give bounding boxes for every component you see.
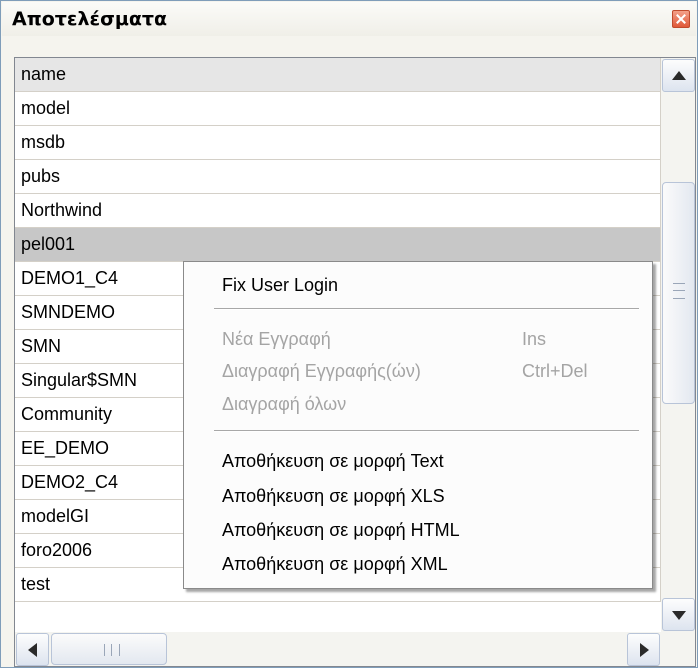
menu-item-new-record[interactable]: Νέα Εγγραφή Ins <box>184 324 652 354</box>
scroll-up-icon <box>672 71 686 80</box>
results-window: Αποτελέσματα name model msdb pubs Northw… <box>0 0 698 668</box>
horizontal-scrollbar[interactable] <box>15 632 661 666</box>
menu-item-shortcut: Ctrl+Del <box>522 361 588 381</box>
menu-item-save-html[interactable]: Αποθήκευση σε μορφή HTML <box>184 515 652 545</box>
menu-item-save-xls[interactable]: Αποθήκευση σε μορφή XLS <box>184 481 652 511</box>
menu-item-label: Αποθήκευση σε μορφή HTML <box>222 520 460 540</box>
grip-icon <box>104 644 120 656</box>
menu-item-delete-all[interactable]: Διαγραφή όλων <box>184 389 652 419</box>
menu-item-shortcut: Ins <box>522 329 547 349</box>
menu-item-label: Διαγραφή Εγγραφής(ών) <box>222 361 421 381</box>
menu-separator <box>214 430 639 432</box>
menu-item-fix-user-login[interactable]: Fix User Login <box>184 270 652 300</box>
menu-item-save-xml[interactable]: Αποθήκευση σε μορφή XML <box>184 549 652 579</box>
grip-icon <box>673 283 685 299</box>
menu-separator <box>214 308 639 310</box>
scroll-left-button[interactable] <box>16 633 49 666</box>
close-icon[interactable] <box>672 10 690 28</box>
list-item[interactable]: msdb <box>15 126 661 160</box>
vertical-scroll-thumb[interactable] <box>662 182 695 404</box>
list-item-selected[interactable]: pel001 <box>15 228 661 262</box>
list-item[interactable]: Northwind <box>15 194 661 228</box>
scrollbar-corner <box>661 632 695 666</box>
list-item[interactable]: model <box>15 92 661 126</box>
scroll-right-button[interactable] <box>627 633 660 666</box>
column-header-name[interactable]: name <box>15 58 661 92</box>
menu-item-label: Διαγραφή όλων <box>222 394 347 414</box>
menu-item-save-text[interactable]: Αποθήκευση σε μορφή Text <box>184 446 652 476</box>
menu-item-label: Αποθήκευση σε μορφή Text <box>222 451 444 471</box>
context-menu: Fix User Login Νέα Εγγραφή Ins Διαγραφή … <box>183 261 653 589</box>
menu-item-delete-records[interactable]: Διαγραφή Εγγραφής(ών) Ctrl+Del <box>184 356 652 386</box>
menu-item-label: Αποθήκευση σε μορφή XML <box>222 554 448 574</box>
title-bar: Αποτελέσματα <box>2 2 696 36</box>
scroll-left-icon <box>28 643 37 657</box>
scroll-right-icon <box>640 643 649 657</box>
menu-item-label: Fix User Login <box>222 275 339 295</box>
menu-item-label: Αποθήκευση σε μορφή XLS <box>222 486 445 506</box>
menu-item-label: Νέα Εγγραφή <box>222 329 331 349</box>
scroll-up-button[interactable] <box>662 59 695 92</box>
list-item[interactable]: pubs <box>15 160 661 194</box>
scroll-down-button[interactable] <box>662 598 695 631</box>
horizontal-scroll-thumb[interactable] <box>51 633 167 665</box>
window-title: Αποτελέσματα <box>12 8 168 30</box>
vertical-scrollbar[interactable] <box>661 58 695 632</box>
scroll-down-icon <box>672 611 686 620</box>
